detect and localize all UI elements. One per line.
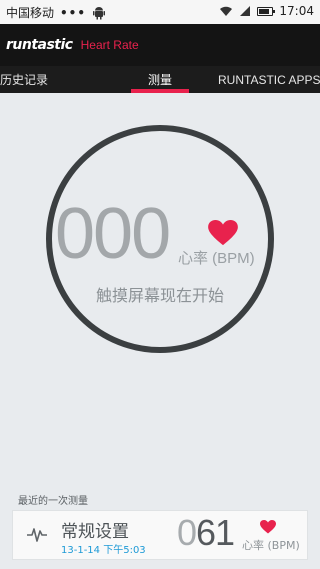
- status-left: 中国移动 •••: [6, 4, 106, 21]
- bpm-unit-label: 心率 (BPM): [178, 250, 255, 267]
- pulse-icon: [27, 528, 47, 542]
- tab-history[interactable]: 历史记录: [0, 66, 48, 93]
- heart-icon: [260, 520, 276, 534]
- bpm-value: 000: [55, 194, 171, 274]
- touch-prompt: 触摸屏幕现在开始: [95, 286, 224, 305]
- battery-icon: [257, 6, 276, 16]
- measurement-value: 061: [177, 512, 235, 553]
- measurement-date: 13-1-14 下午5:03: [61, 545, 146, 556]
- measurement-value-rest: 61: [196, 512, 235, 553]
- android-icon: [93, 6, 106, 19]
- carrier-label: 中国移动: [6, 6, 55, 20]
- clock: 17:04: [279, 4, 314, 18]
- tab-bar: 历史记录 测量 RUNTASTIC APPS: [0, 66, 320, 93]
- signal-icon: [240, 6, 251, 16]
- app-subtitle: Heart Rate: [80, 38, 139, 52]
- battery-level: [259, 8, 270, 14]
- active-tab-indicator: [131, 89, 189, 93]
- last-measurement-card[interactable]: 常规设置 13-1-14 下午5:03 061 心率 (BPM): [12, 510, 308, 560]
- brand-logo: runtastic: [6, 37, 73, 53]
- status-right: 17:04: [219, 4, 314, 18]
- app-bar: runtastic Heart Rate: [0, 24, 320, 66]
- heart-icon: [208, 220, 238, 246]
- measurement-unit: 心率 (BPM): [242, 539, 300, 552]
- more-notifications-icon: •••: [60, 5, 87, 20]
- measurement-value-lead: 0: [177, 512, 197, 553]
- status-bar: 中国移动 ••• 17:04: [0, 0, 320, 24]
- tab-runtastic-apps[interactable]: RUNTASTIC APPS: [218, 66, 320, 93]
- last-measurement-heading: 最近的一次测量: [18, 496, 88, 507]
- measurement-title: 常规设置: [61, 522, 129, 542]
- wifi-icon: [220, 6, 233, 16]
